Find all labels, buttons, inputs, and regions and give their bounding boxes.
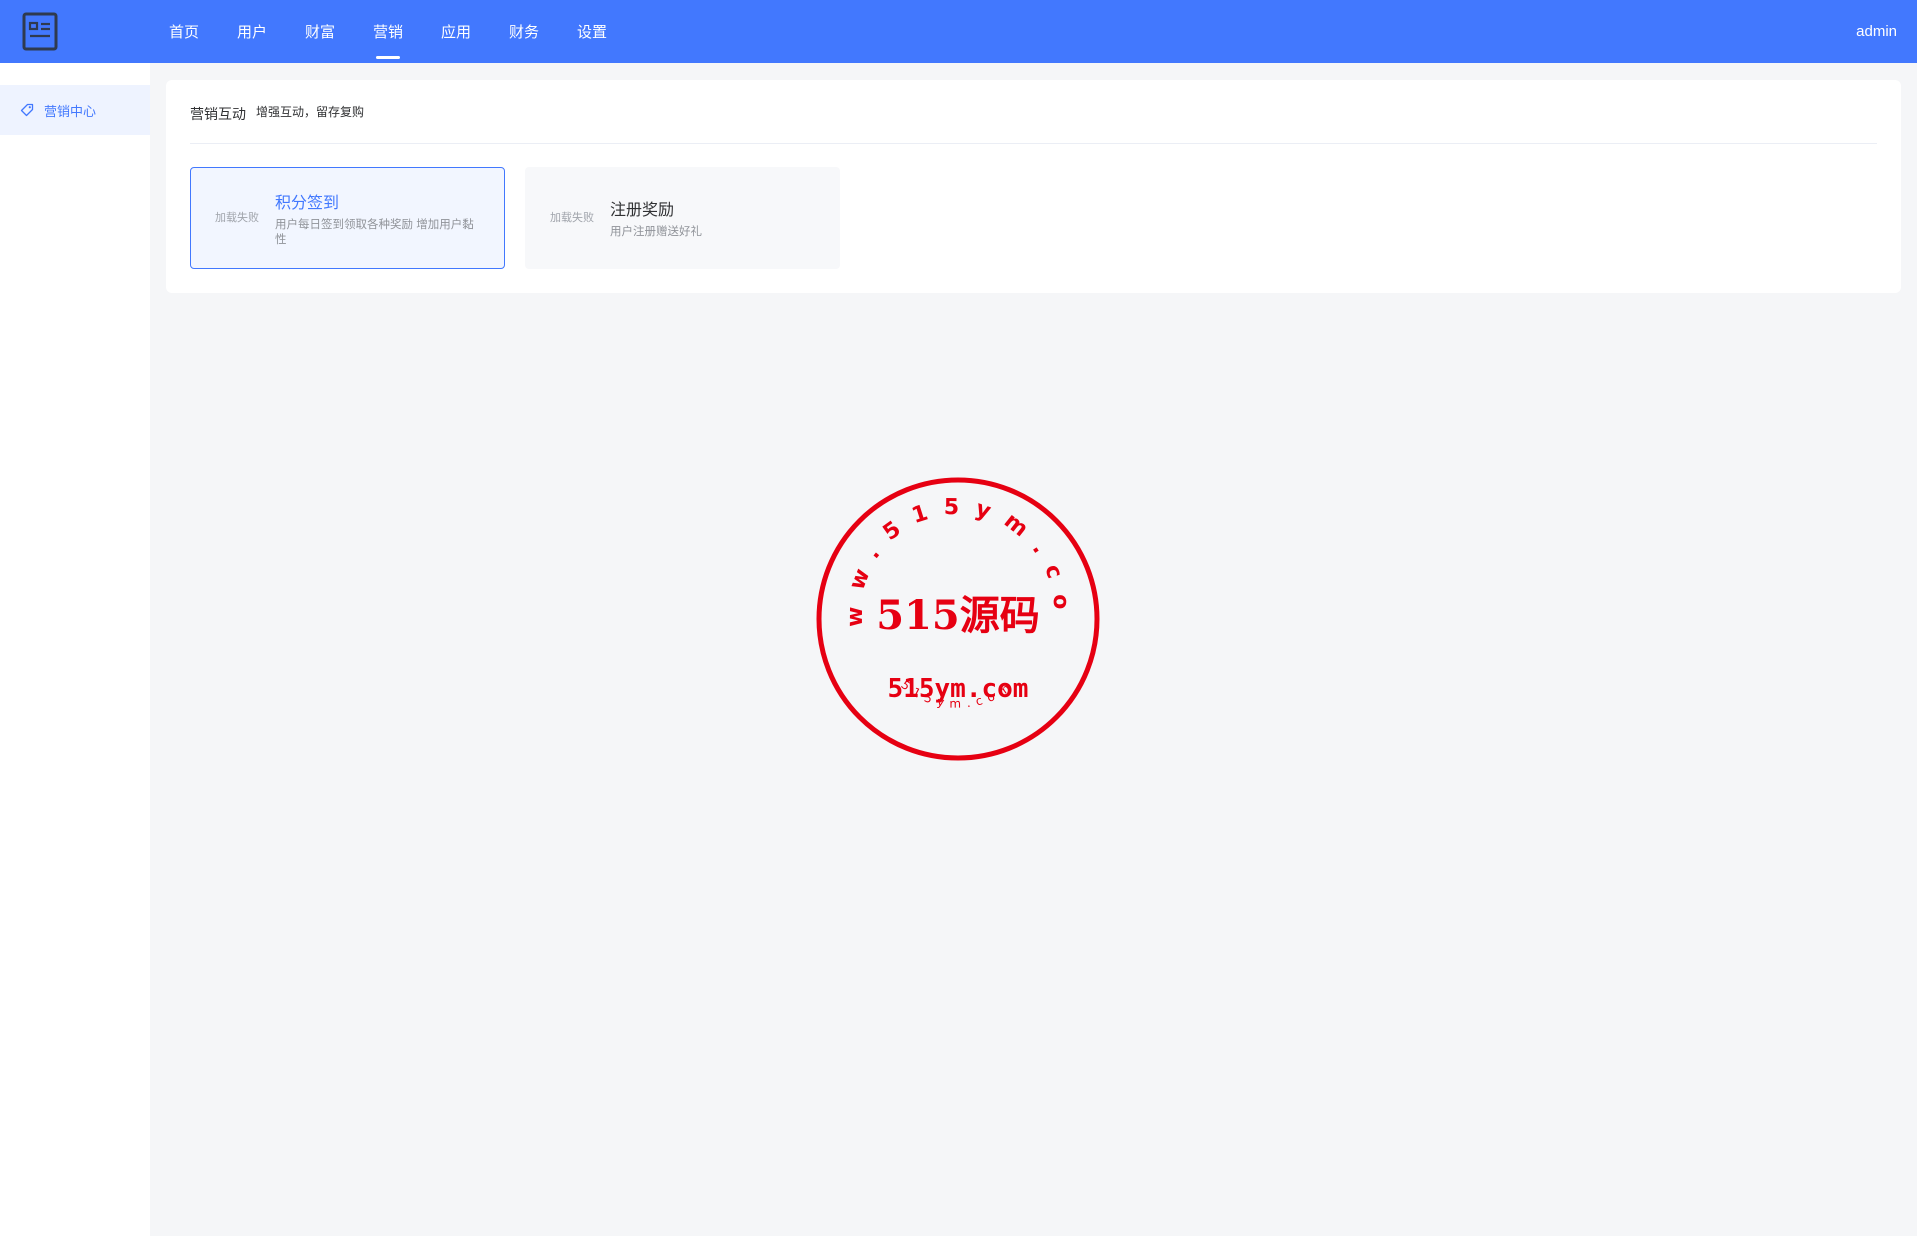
tool-name: 积分签到 (275, 194, 340, 212)
sidebar-item-marketing-center[interactable]: 营销中心 (0, 85, 150, 135)
main-nav: 首页 用户 财富 营销 应用 财务 设置 (150, 0, 626, 63)
section-title: 营销互动 (190, 106, 246, 122)
sidebar: 营销中心 (0, 63, 150, 1236)
nav-marketing[interactable]: 营销 (354, 0, 422, 63)
stamp-main-text: 515源码 (876, 592, 1040, 639)
nav-wealth[interactable]: 财富 (286, 0, 354, 63)
tool-card-checkin[interactable]: 加载失败 积分签到 用户每日签到领取各种奖励 增加用户黏性 (190, 167, 505, 269)
tool-description: 用户每日签到领取各种奖励 增加用户黏性 (275, 218, 474, 246)
card-header: 营销互动 增强互动，留存复购 (190, 104, 1877, 144)
watermark-stamp: www.515ym.com 515源码 515ym.com 515ym.com (794, 455, 1103, 764)
user-menu[interactable]: admin (1856, 0, 1897, 63)
tool-card-register-reward[interactable]: 加载失败 注册奖励 用户注册赠送好礼 (525, 167, 840, 269)
marketing-card: 营销互动 增强互动，留存复购 加载失败 积分签到 用户每日签到领取各种奖励 增加… (166, 80, 1901, 293)
nav-finance[interactable]: 财务 (490, 0, 558, 63)
nav-home[interactable]: 首页 (150, 0, 218, 63)
top-navigation-bar: 首页 用户 财富 营销 应用 财务 设置 admin (0, 0, 1917, 63)
logo-icon[interactable] (22, 12, 58, 51)
tool-description: 用户注册赠送好礼 (610, 226, 702, 238)
tool-image-broken: 加载失败 (215, 212, 259, 224)
sidebar-item-label: 营销中心 (44, 103, 97, 119)
nav-users[interactable]: 用户 (218, 0, 286, 63)
tool-name: 注册奖励 (610, 202, 675, 219)
nav-apps[interactable]: 应用 (422, 0, 490, 63)
tool-image-broken: 加载失败 (550, 212, 594, 224)
tag-icon (20, 103, 34, 117)
nav-settings[interactable]: 设置 (558, 0, 626, 63)
section-subtitle: 增强互动，留存复购 (256, 105, 365, 119)
